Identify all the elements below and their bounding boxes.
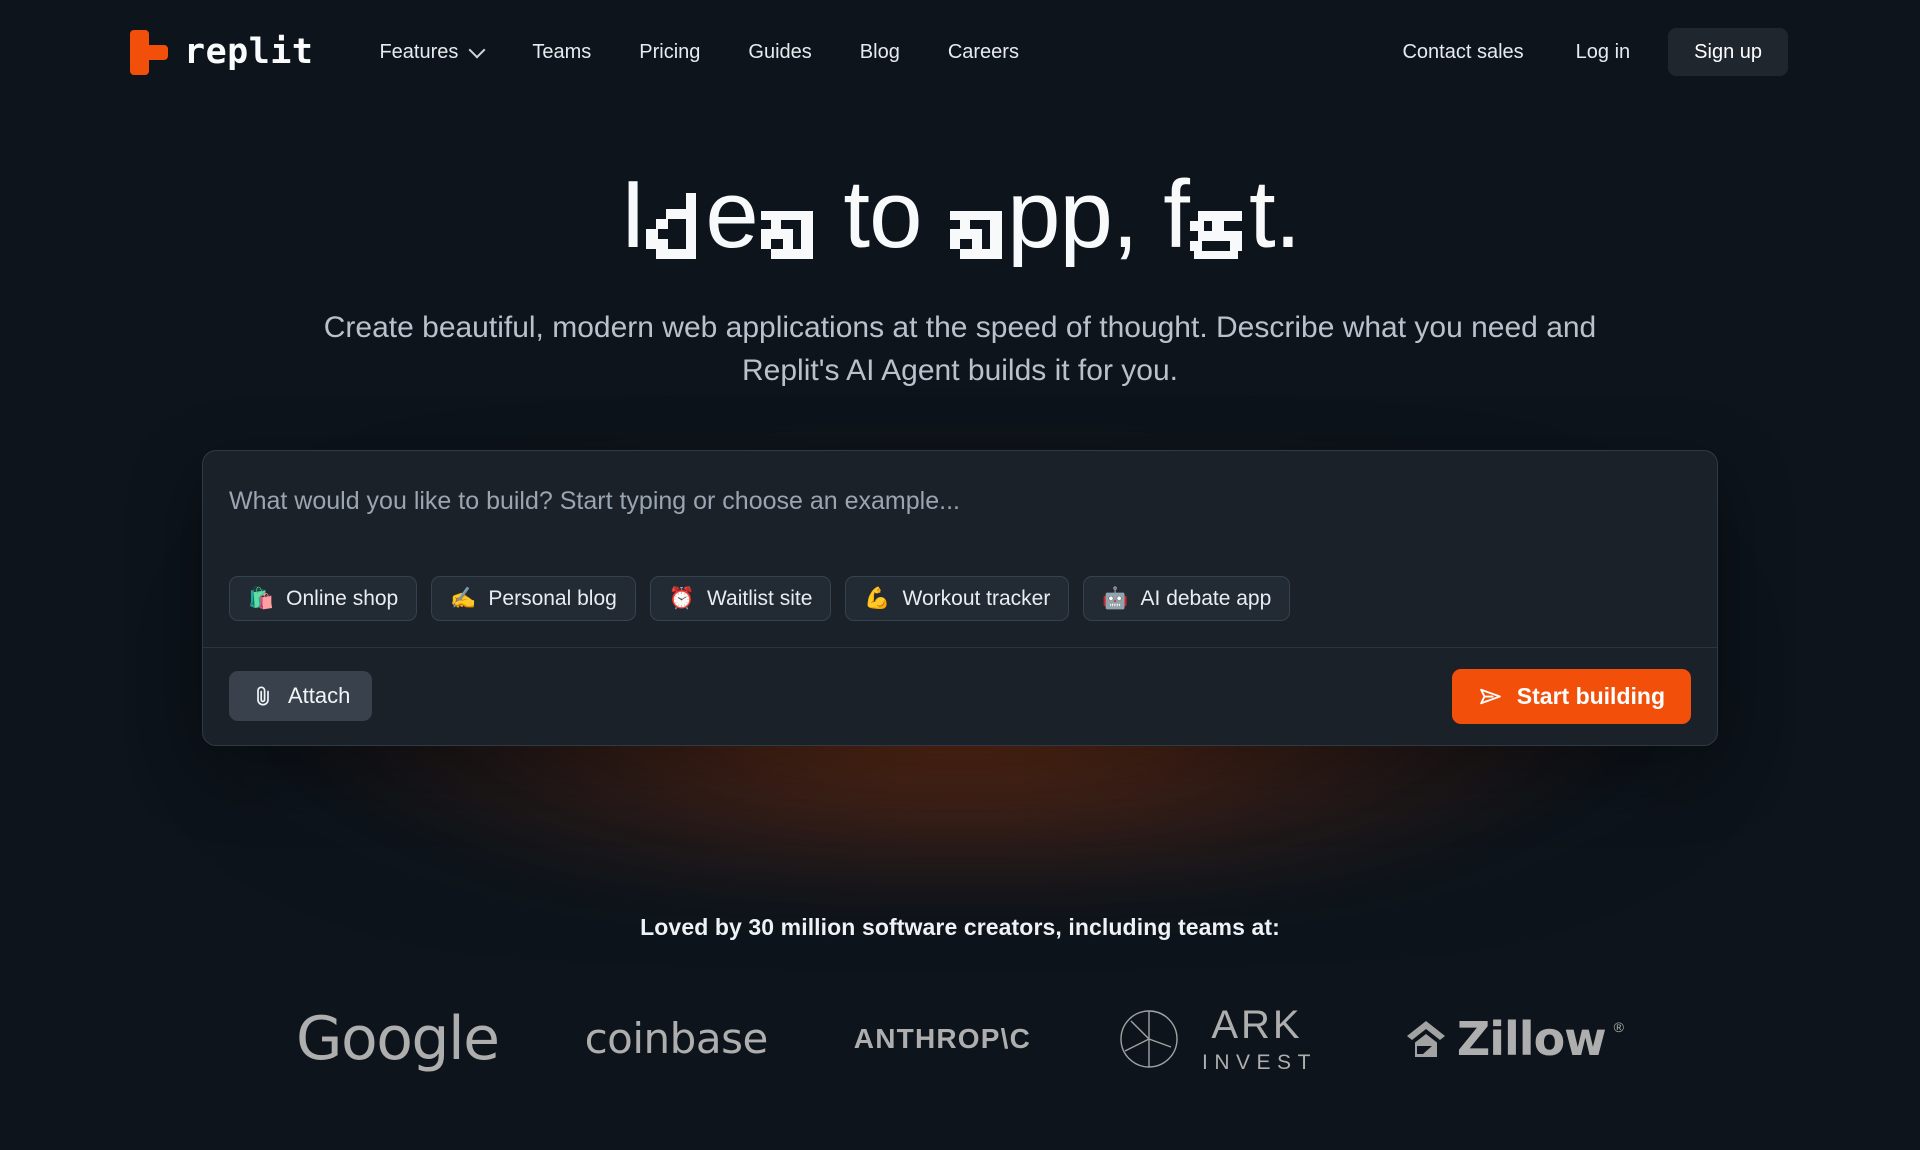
prompt-composer-body: 🛍️ Online shop ✍️ Personal blog ⏰ Waitli…: [203, 451, 1717, 647]
contact-sales-label: Contact sales: [1402, 41, 1524, 63]
brand-wordmark: replit: [184, 31, 314, 72]
page-root: replit Features Teams Pricing Guides Blo…: [0, 0, 1920, 1150]
google-logo: Google: [296, 1003, 500, 1074]
zillow-house-icon: [1403, 1016, 1449, 1062]
example-chip-workout-tracker-label: Workout tracker: [902, 586, 1051, 610]
nav-item-guides[interactable]: Guides: [724, 32, 835, 72]
nav-item-careers-label: Careers: [947, 41, 1019, 63]
headline-glyph-d: [646, 193, 704, 259]
example-chip-workout-tracker[interactable]: 💪 Workout tracker: [845, 575, 1070, 621]
nav-item-teams[interactable]: Teams: [508, 32, 615, 72]
social-proof-section: Loved by 30 million software creators, i…: [0, 914, 1920, 1073]
prompt-input[interactable]: [229, 485, 1691, 576]
prompt-composer-card: 🛍️ Online shop ✍️ Personal blog ⏰ Waitli…: [202, 450, 1718, 746]
hero-section: Ie to pp, f t. Create beautiful, modern w…: [0, 104, 1920, 392]
example-chip-personal-blog-label: Personal blog: [488, 586, 617, 610]
nav-item-features[interactable]: Features: [355, 32, 508, 72]
brand-home-link[interactable]: replit: [130, 30, 314, 75]
nav-item-careers[interactable]: Careers: [924, 32, 1043, 72]
coinbase-logo: coinbase: [584, 1013, 769, 1063]
zillow-registered-mark: ®: [1613, 1018, 1624, 1035]
example-prompt-chips: 🛍️ Online shop ✍️ Personal blog ⏰ Waitli…: [229, 575, 1691, 621]
nav-item-pricing-label: Pricing: [639, 41, 701, 63]
example-chip-personal-blog[interactable]: ✍️ Personal blog: [431, 575, 636, 621]
start-building-button[interactable]: Start building: [1451, 668, 1691, 724]
chevron-down-icon: [470, 43, 484, 57]
paperclip-icon: [251, 684, 275, 708]
headline-glyph-a1: [759, 193, 817, 259]
robot-icon: 🤖: [1102, 585, 1129, 610]
start-building-label: Start building: [1516, 682, 1665, 709]
log-in-link[interactable]: Log in: [1554, 32, 1653, 72]
zillow-wordmark: Zillow: [1456, 1011, 1607, 1066]
primary-nav-links: Features Teams Pricing Guides Blog Caree…: [355, 32, 1043, 72]
headline-part-4: pp, f: [1007, 161, 1190, 268]
contact-sales-link[interactable]: Contact sales: [1380, 32, 1545, 72]
nav-item-blog-label: Blog: [859, 41, 900, 63]
attach-button[interactable]: Attach: [229, 671, 373, 722]
nav-item-features-label: Features: [379, 41, 459, 63]
replit-logo-icon: [130, 30, 168, 75]
social-proof-title: Loved by 30 million software creators, i…: [640, 913, 1280, 940]
nav-item-teams-label: Teams: [532, 41, 592, 63]
example-chip-ai-debate-app[interactable]: 🤖 AI debate app: [1083, 575, 1291, 621]
prompt-composer-toolbar: Attach Start building: [203, 646, 1717, 745]
ark-invest-logo: ARK INVEST: [1117, 1005, 1317, 1073]
headline-part-1: I: [619, 161, 647, 268]
hero-subtitle: Create beautiful, modern web application…: [323, 310, 1597, 388]
headline-glyph-a2: [948, 193, 1006, 259]
example-chip-online-shop[interactable]: 🛍️ Online shop: [229, 575, 418, 621]
nav-actions: Contact sales Log in Sign up: [1380, 28, 1788, 76]
page-title: Ie to pp, f t.: [0, 166, 1920, 264]
attach-button-label: Attach: [288, 683, 351, 709]
ark-invest-name: ARK: [1211, 1002, 1303, 1047]
example-chip-online-shop-label: Online shop: [286, 586, 399, 610]
example-chip-waitlist-site-label: Waitlist site: [706, 586, 813, 610]
zillow-logo: Zillow ®: [1403, 1016, 1624, 1062]
headline-part-3: to: [817, 161, 948, 268]
ark-circle-icon: [1117, 1007, 1181, 1071]
ark-invest-subname: INVEST: [1202, 1050, 1317, 1074]
nav-item-guides-label: Guides: [748, 41, 812, 63]
ark-invest-wordmark: ARK INVEST: [1197, 1005, 1317, 1073]
send-icon: [1478, 684, 1503, 709]
nav-item-blog[interactable]: Blog: [836, 32, 924, 72]
anthropic-logo: ANTHROP\C: [853, 1022, 1032, 1054]
headline-part-5: t.: [1248, 161, 1301, 268]
shopping-bags-icon: 🛍️: [248, 585, 275, 610]
customer-logo-row: Google coinbase ANTHROP\C ARK INVEST Zil…: [0, 1005, 1920, 1073]
headline-glyph-s: [1189, 193, 1248, 259]
flexed-biceps-icon: 💪: [864, 585, 891, 610]
top-navigation-bar: replit Features Teams Pricing Guides Blo…: [0, 0, 1920, 104]
example-chip-ai-debate-app-label: AI debate app: [1140, 586, 1272, 610]
headline-part-2: e: [705, 161, 758, 268]
example-chip-waitlist-site[interactable]: ⏰ Waitlist site: [649, 575, 832, 621]
sign-up-button[interactable]: Sign up: [1668, 28, 1788, 76]
writing-hand-icon: ✍️: [450, 585, 477, 610]
alarm-clock-icon: ⏰: [668, 585, 695, 610]
log-in-label: Log in: [1575, 41, 1631, 63]
nav-item-pricing[interactable]: Pricing: [615, 32, 724, 72]
